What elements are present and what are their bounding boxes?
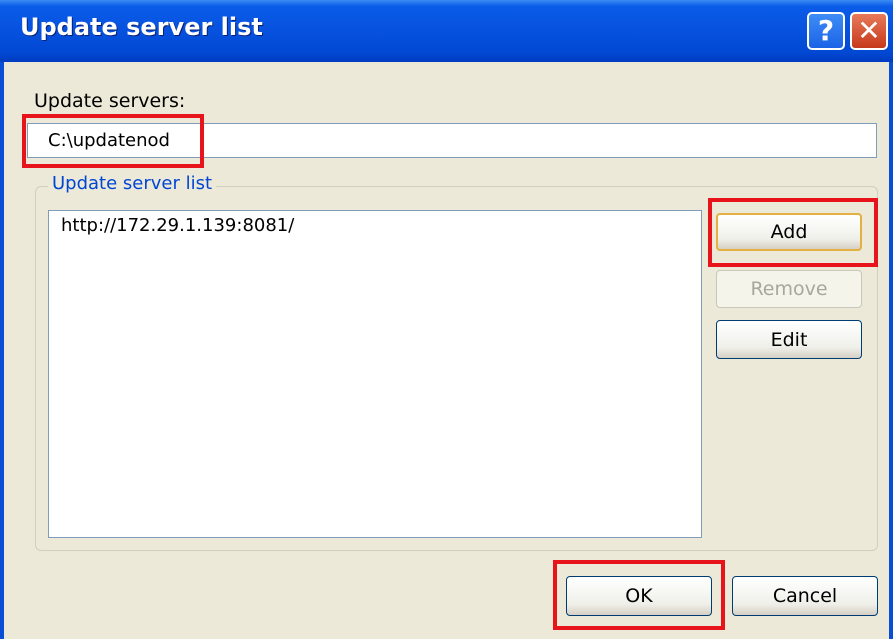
- add-button[interactable]: Add: [716, 213, 862, 251]
- list-item[interactable]: http://172.29.1.139:8081/: [61, 215, 294, 236]
- remove-button[interactable]: Remove: [716, 270, 862, 308]
- update-servers-input[interactable]: [28, 124, 876, 157]
- help-button[interactable]: ?: [807, 12, 845, 50]
- ok-button[interactable]: OK: [566, 576, 712, 616]
- update-servers-combobox[interactable]: [27, 123, 877, 158]
- close-icon: ✕: [857, 14, 881, 47]
- cancel-button[interactable]: Cancel: [732, 576, 878, 616]
- server-listbox[interactable]: http://172.29.1.139:8081/: [48, 210, 702, 538]
- edit-button[interactable]: Edit: [716, 320, 862, 359]
- help-icon: ?: [817, 14, 835, 47]
- update-servers-label: Update servers:: [34, 90, 186, 112]
- close-button[interactable]: ✕: [850, 12, 888, 50]
- window-title: Update server list: [20, 13, 263, 41]
- title-bar[interactable]: Update server list ? ✕: [0, 0, 893, 62]
- group-title: Update server list: [48, 173, 217, 194]
